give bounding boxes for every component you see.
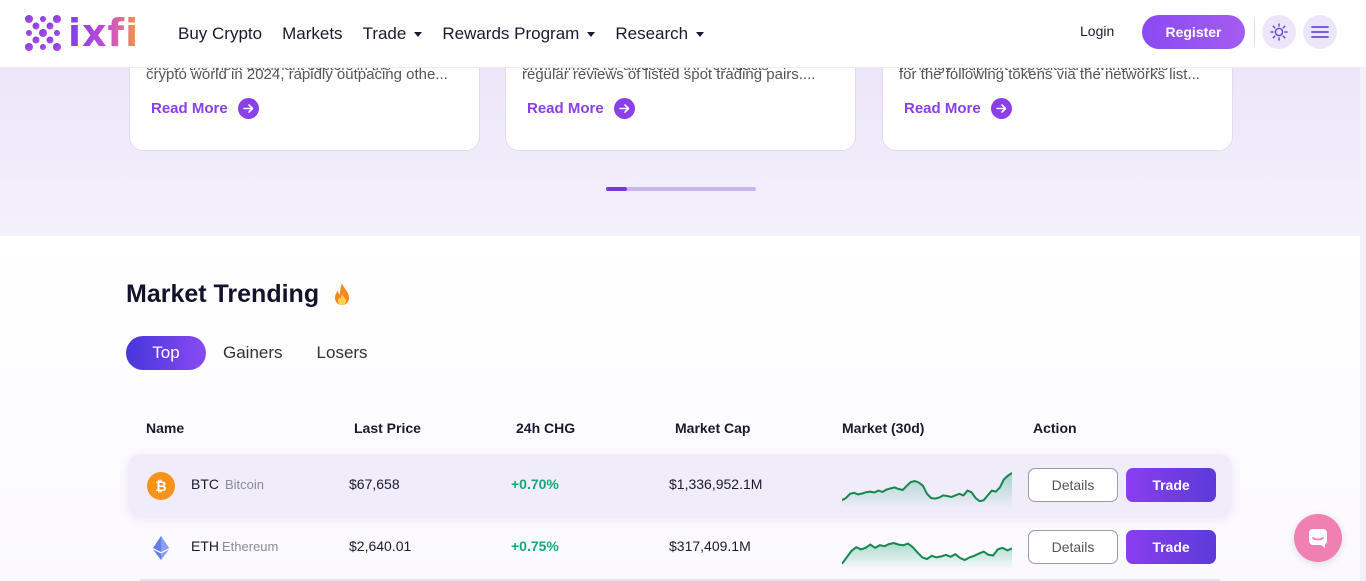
- trade-button[interactable]: Trade: [1126, 468, 1216, 502]
- sun-icon: [1270, 23, 1288, 41]
- register-button[interactable]: Register: [1142, 15, 1245, 49]
- top-header: ixfi Buy Crypto Markets Trade Rewards Pr…: [0, 0, 1366, 68]
- market-trending-section: Market Trending Top Gainers Losers Name …: [0, 236, 1366, 581]
- nav-markets[interactable]: Markets: [282, 24, 342, 44]
- news-excerpt: for the following tokens via the network…: [899, 66, 1200, 83]
- nav-label: Rewards Program: [442, 24, 580, 43]
- read-more-link[interactable]: Read More: [151, 98, 259, 119]
- market-tabs: Top Gainers Losers: [126, 336, 385, 370]
- news-card[interactable]: one of the most dominant sectors in the …: [129, 56, 480, 151]
- nav-label: Buy Crypto: [178, 24, 263, 43]
- column-header-last-price: Last Price: [354, 420, 421, 436]
- caret-down-icon: [414, 31, 423, 37]
- header-divider: [1254, 18, 1255, 46]
- tab-gainers[interactable]: Gainers: [206, 336, 300, 370]
- sparkline-30d: [842, 472, 1012, 508]
- column-header-24h-chg: 24h CHG: [516, 420, 576, 436]
- carousel-pager-active: [606, 187, 627, 191]
- brand-name: ixfi: [68, 11, 140, 55]
- arrow-right-icon: [237, 98, 259, 119]
- column-header-market-cap: Market Cap: [675, 420, 751, 436]
- svg-text:₿: ₿: [155, 479, 166, 494]
- brand-logo[interactable]: ixfi: [24, 14, 139, 52]
- sparkline-30d: [842, 541, 1012, 570]
- caret-down-icon: [587, 31, 596, 37]
- nav-label: Trade: [362, 24, 407, 43]
- news-excerpt: crypto world in 2024, rapidly outpacing …: [146, 66, 448, 83]
- menu-button[interactable]: [1303, 15, 1337, 49]
- coin-symbol: BTC: [191, 476, 219, 492]
- read-more-label: Read More: [527, 100, 604, 117]
- tab-losers[interactable]: Losers: [300, 336, 385, 370]
- news-carousel: one of the most dominant sectors in the …: [0, 56, 1366, 236]
- coin-name: Ethereum: [222, 539, 279, 554]
- trade-button[interactable]: Trade: [1126, 530, 1216, 564]
- column-header-market-30d: Market (30d): [842, 420, 925, 436]
- details-button[interactable]: Details: [1028, 468, 1118, 502]
- arrow-right-icon: [613, 98, 635, 119]
- column-header-name: Name: [146, 420, 185, 436]
- logo-mark-icon: [25, 15, 61, 51]
- news-card[interactable]: no longer support deposits and withdrawa…: [882, 56, 1233, 151]
- read-more-label: Read More: [904, 100, 981, 117]
- page-scrollbar[interactable]: [1360, 0, 1366, 581]
- carousel-pager[interactable]: [606, 187, 756, 191]
- nav-buy-crypto[interactable]: Buy Crypto: [178, 24, 262, 44]
- chat-button[interactable]: [1294, 514, 1342, 562]
- main-nav: Buy Crypto Markets Trade Rewards Program…: [178, 0, 705, 68]
- nav-trade[interactable]: Trade: [363, 24, 423, 44]
- hamburger-icon: [1311, 26, 1329, 38]
- section-title: Market Trending: [126, 280, 353, 309]
- change-24h: +0.70%: [511, 476, 559, 492]
- login-link[interactable]: Login: [1080, 23, 1114, 39]
- ethereum-icon: [147, 534, 175, 562]
- sparkline-area: [842, 473, 1012, 508]
- arrow-right-icon: [990, 98, 1012, 119]
- theme-toggle-button[interactable]: [1262, 15, 1296, 49]
- news-excerpt: regular reviews of listed spot trading p…: [522, 66, 816, 83]
- caret-down-icon: [696, 31, 705, 37]
- read-more-link[interactable]: Read More: [527, 98, 635, 119]
- last-price: $67,658: [349, 476, 400, 492]
- market-cap: $317,409.1M: [669, 538, 751, 554]
- nav-label: Markets: [282, 24, 343, 43]
- last-price: $2,640.01: [349, 538, 412, 554]
- nav-research[interactable]: Research: [615, 24, 705, 44]
- section-title-text: Market Trending: [126, 280, 320, 308]
- column-header-action: Action: [1033, 420, 1077, 436]
- details-button[interactable]: Details: [1028, 530, 1118, 564]
- read-more-label: Read More: [151, 100, 228, 117]
- nav-label: Research: [615, 24, 689, 43]
- nav-rewards-program[interactable]: Rewards Program: [442, 24, 596, 44]
- fire-icon: [335, 282, 350, 305]
- tab-top[interactable]: Top: [126, 336, 206, 370]
- coin-name: Bitcoin: [225, 477, 265, 492]
- coin-symbol: ETH: [191, 538, 219, 554]
- table-row[interactable]: ETH Ethereum $2,640.01 +0.75% $317,409.1…: [128, 516, 1232, 579]
- table-row[interactable]: ₿ BTC Bitcoin $67,658 +0.70% $1,336,952.…: [128, 454, 1232, 517]
- market-cap: $1,336,952.1M: [669, 476, 763, 492]
- news-card[interactable]: environment for all users, IXFI conducts…: [505, 56, 856, 151]
- change-24h: +0.75%: [511, 538, 559, 554]
- bitcoin-icon: ₿: [147, 472, 175, 500]
- read-more-link[interactable]: Read More: [904, 98, 1012, 119]
- chat-icon: [1309, 529, 1327, 548]
